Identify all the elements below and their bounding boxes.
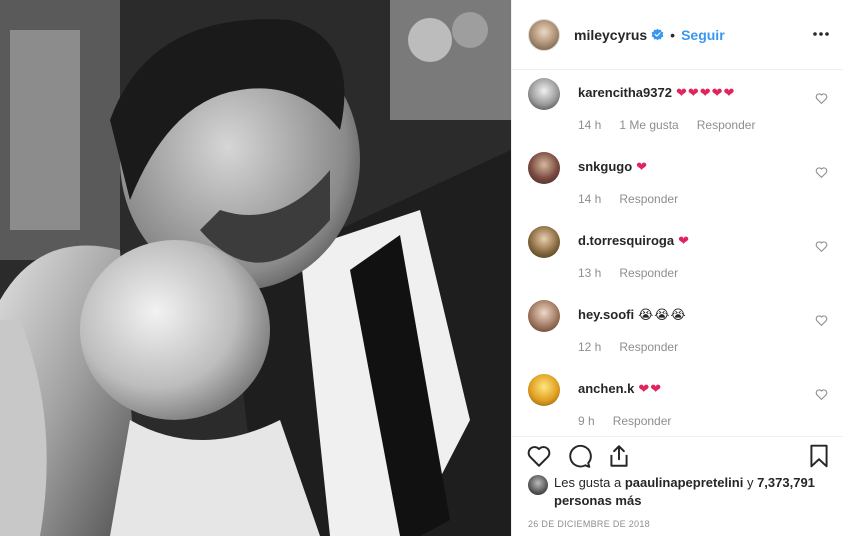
comment-text: ❤❤	[638, 381, 663, 396]
comment-like-icon[interactable]	[815, 240, 828, 253]
post-photo[interactable]	[0, 0, 511, 536]
post-actions-bar	[512, 436, 843, 476]
liker-avatar[interactable]	[528, 475, 548, 495]
comment-time: 14 h	[578, 118, 602, 132]
bookmark-icon[interactable]	[806, 443, 832, 469]
comment-likes[interactable]: 1 Me gusta	[619, 118, 678, 132]
commenter-username[interactable]: anchen.k	[578, 381, 634, 396]
post-date[interactable]: 26 DE DICIEMBRE DE 2018	[528, 519, 650, 529]
author-avatar[interactable]	[528, 18, 560, 51]
reply-button[interactable]: Responder	[697, 118, 756, 132]
commenter-avatar[interactable]	[528, 226, 560, 258]
more-options-icon[interactable]	[812, 25, 830, 43]
comment-icon[interactable]	[566, 443, 592, 469]
commenter-username[interactable]: snkgugo	[578, 159, 632, 174]
commenter-avatar[interactable]	[528, 78, 560, 110]
liker-username[interactable]: paaulinapepretelini	[625, 475, 743, 490]
post-header: mileycyrus • Seguir	[512, 0, 843, 70]
comment-time: 12 h	[578, 340, 602, 354]
header-separator: •	[670, 26, 676, 43]
likes-connector: y	[746, 475, 754, 490]
share-icon[interactable]	[606, 443, 632, 469]
reply-button[interactable]: Responder	[619, 192, 678, 206]
comment-text: ❤	[678, 233, 690, 248]
heart-icon[interactable]	[526, 443, 552, 469]
commenter-avatar[interactable]	[528, 374, 560, 406]
comment-like-icon[interactable]	[815, 314, 828, 327]
comment-time: 13 h	[578, 266, 602, 280]
follow-button[interactable]: Seguir	[681, 27, 725, 43]
commenter-avatar[interactable]	[528, 152, 560, 184]
post-side-panel: mileycyrus • Seguir karencitha9372 ❤❤❤❤❤ …	[511, 0, 843, 536]
commenter-username[interactable]: karencitha9372	[578, 85, 672, 100]
comments-list[interactable]: karencitha9372 ❤❤❤❤❤ 14 h 1 Me gusta Respon…	[512, 70, 843, 436]
comment-time: 14 h	[578, 192, 602, 206]
author-username[interactable]: mileycyrus	[574, 27, 647, 43]
reply-button[interactable]: Responder	[613, 414, 672, 428]
likes-prefix: Les gusta a	[554, 475, 622, 490]
comment-text: 😭😭😭	[638, 307, 687, 322]
comment-text: ❤❤❤❤❤	[675, 85, 736, 100]
photo-illustration	[0, 0, 511, 536]
commenter-username[interactable]: hey.soofi	[578, 307, 634, 322]
comment-like-icon[interactable]	[815, 166, 828, 179]
comment-like-icon[interactable]	[815, 92, 828, 105]
verified-badge-icon	[651, 28, 664, 41]
comment-time: 9 h	[578, 414, 595, 428]
reply-button[interactable]: Responder	[619, 266, 678, 280]
reply-button[interactable]: Responder	[619, 340, 678, 354]
comment-like-icon[interactable]	[815, 388, 828, 401]
commenter-avatar[interactable]	[528, 300, 560, 332]
commenter-username[interactable]: d.torresquiroga	[578, 233, 674, 248]
comment-text: ❤	[636, 159, 649, 174]
